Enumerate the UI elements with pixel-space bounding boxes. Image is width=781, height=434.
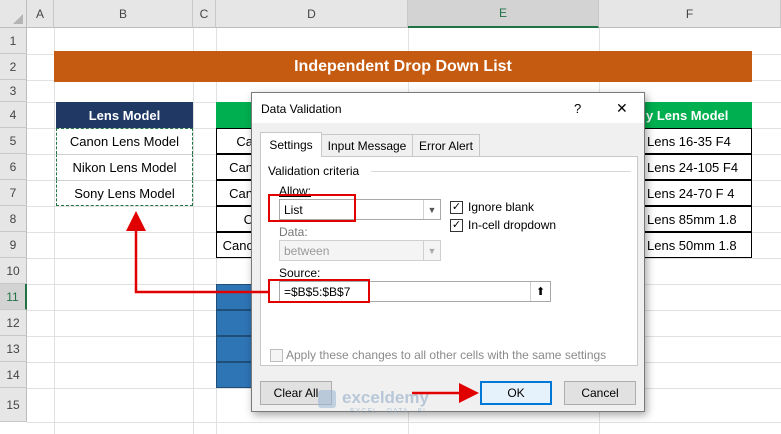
annotation-arrows [126,211,479,403]
source-to-range-arrow [126,211,268,294]
tab-settings[interactable]: Settings [260,132,322,157]
